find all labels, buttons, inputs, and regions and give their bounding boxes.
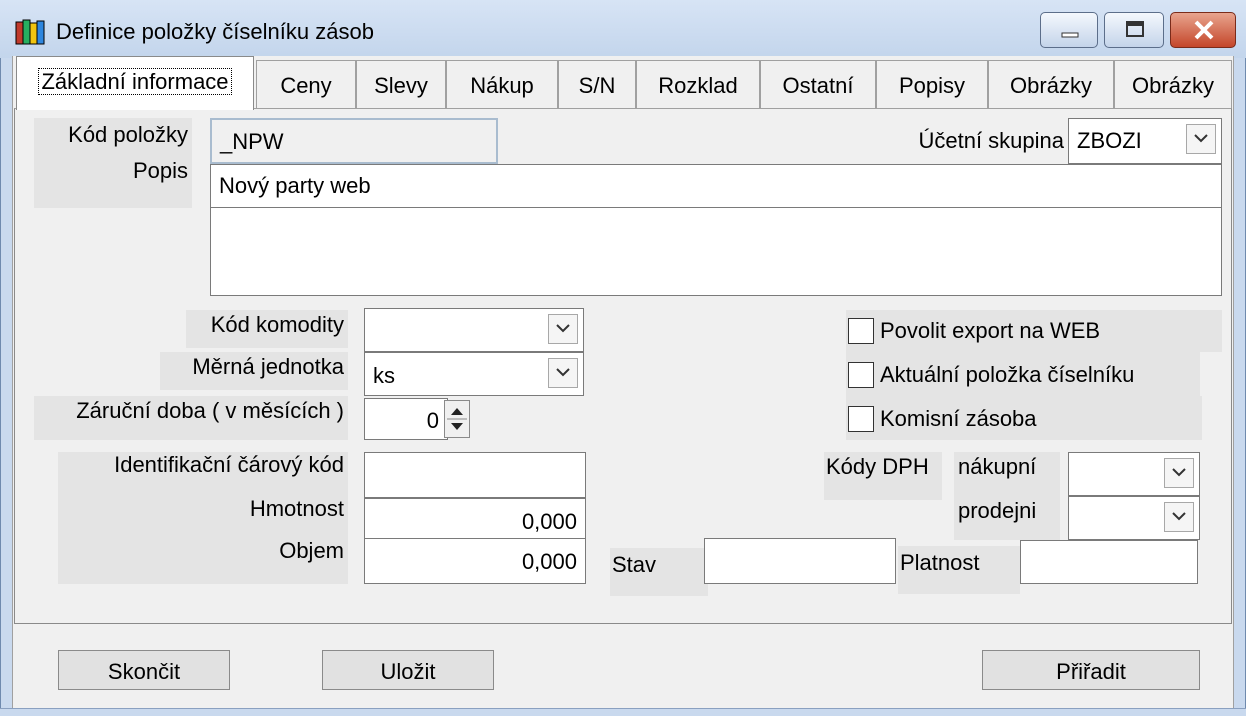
chevron-down-icon[interactable] (1164, 458, 1194, 488)
skoncit-button[interactable]: Skončit (58, 650, 230, 690)
checkbox-komisni-zasoba[interactable]: Komisní zásoba (846, 396, 1202, 440)
window-bottom-border (0, 708, 1246, 716)
kod-polozky-input[interactable]: _NPW (210, 118, 498, 164)
chevron-down-icon[interactable] (548, 314, 578, 344)
tab-zakladni-informace[interactable]: Základní informace (16, 56, 254, 110)
tab-obrazky-2[interactable]: Obrázky (1114, 60, 1232, 108)
hmotnost-label: Hmotnost (249, 496, 344, 521)
hmotnost-input[interactable]: 0,000 (364, 498, 586, 540)
kod-polozky-label: Kód položky (68, 122, 188, 147)
popis-label: Popis (132, 158, 188, 183)
spinner-arrows-icon (447, 408, 467, 430)
tab-ostatni[interactable]: Ostatní (760, 60, 876, 108)
chevron-down-icon[interactable] (1164, 502, 1194, 532)
dph-nakupni-select[interactable] (1068, 452, 1200, 496)
tab-slevy[interactable]: Slevy (356, 60, 446, 108)
merna-jednotka-label: Měrná jednotka (160, 352, 348, 390)
chevron-down-icon[interactable] (1186, 124, 1216, 154)
tab-nakup[interactable]: Nákup (446, 60, 558, 108)
ucetni-skupina-select[interactable]: ZBOZI (1068, 118, 1222, 164)
ucetni-skupina-label: Účetní skupina (898, 128, 1064, 158)
checkbox-aktualni-polozka[interactable]: Aktuální položka číselníku (846, 352, 1200, 396)
stav-input[interactable] (704, 538, 896, 584)
maximize-button[interactable] (1104, 12, 1164, 48)
window-title: Definice položky číselníku zásob (56, 19, 374, 44)
checkbox-povolit-export[interactable]: Povolit export na WEB (846, 310, 1222, 352)
nakupni-label: nákupní (958, 454, 1037, 479)
books-app-icon (14, 18, 48, 46)
lower-labels-area: Identifikační čárový kód Hmotnost Objem (58, 452, 348, 584)
platnost-input[interactable] (1020, 540, 1198, 584)
priradit-button[interactable]: Přiřadit (982, 650, 1200, 690)
tab-popisy[interactable]: Popisy (876, 60, 988, 108)
prodejni-label: prodejni (958, 498, 1037, 523)
popis-divider (211, 207, 1221, 208)
zarucni-doba-input[interactable]: 0 (364, 398, 448, 440)
dph-prodejni-select[interactable] (1068, 496, 1200, 540)
tab-obrazky[interactable]: Obrázky (988, 60, 1114, 108)
tab-sn[interactable]: S/N (558, 60, 636, 108)
merna-jednotka-select[interactable]: ks (364, 352, 584, 396)
minimize-icon (1061, 32, 1079, 38)
checkbox-box[interactable] (848, 406, 874, 432)
zarucni-doba-label: Záruční doba ( v měsících ) (34, 396, 348, 440)
tab-ceny[interactable]: Ceny (256, 60, 356, 108)
stav-label: Stav (610, 548, 708, 596)
objem-input[interactable]: 0,000 (364, 538, 586, 584)
identifikacni-kod-input[interactable] (364, 452, 586, 498)
zarucni-doba-spinner[interactable] (444, 400, 470, 438)
checkbox-box[interactable] (848, 318, 874, 344)
dph-labels-area: nákupní prodejni (954, 452, 1060, 540)
platnost-label: Platnost (898, 546, 1020, 594)
kod-komodity-select[interactable] (364, 308, 584, 352)
close-icon (1194, 20, 1214, 40)
objem-label: Objem (279, 538, 344, 563)
popis-textarea[interactable]: Nový party web (210, 164, 1222, 296)
chevron-down-icon[interactable] (548, 358, 578, 388)
tab-rozklad[interactable]: Rozklad (636, 60, 760, 108)
checkbox-box[interactable] (848, 362, 874, 388)
kody-dph-label: Kódy DPH (824, 452, 942, 500)
identifikacni-kod-label: Identifikační čárový kód (114, 452, 344, 477)
kod-komodity-label: Kód komodity (186, 310, 348, 348)
minimize-button[interactable] (1040, 12, 1098, 48)
close-button[interactable] (1170, 12, 1236, 48)
ulozit-button[interactable]: Uložit (322, 650, 494, 690)
kod-polozky-popis-label-area: Kód položky Popis (34, 118, 192, 208)
maximize-icon (1126, 21, 1144, 37)
